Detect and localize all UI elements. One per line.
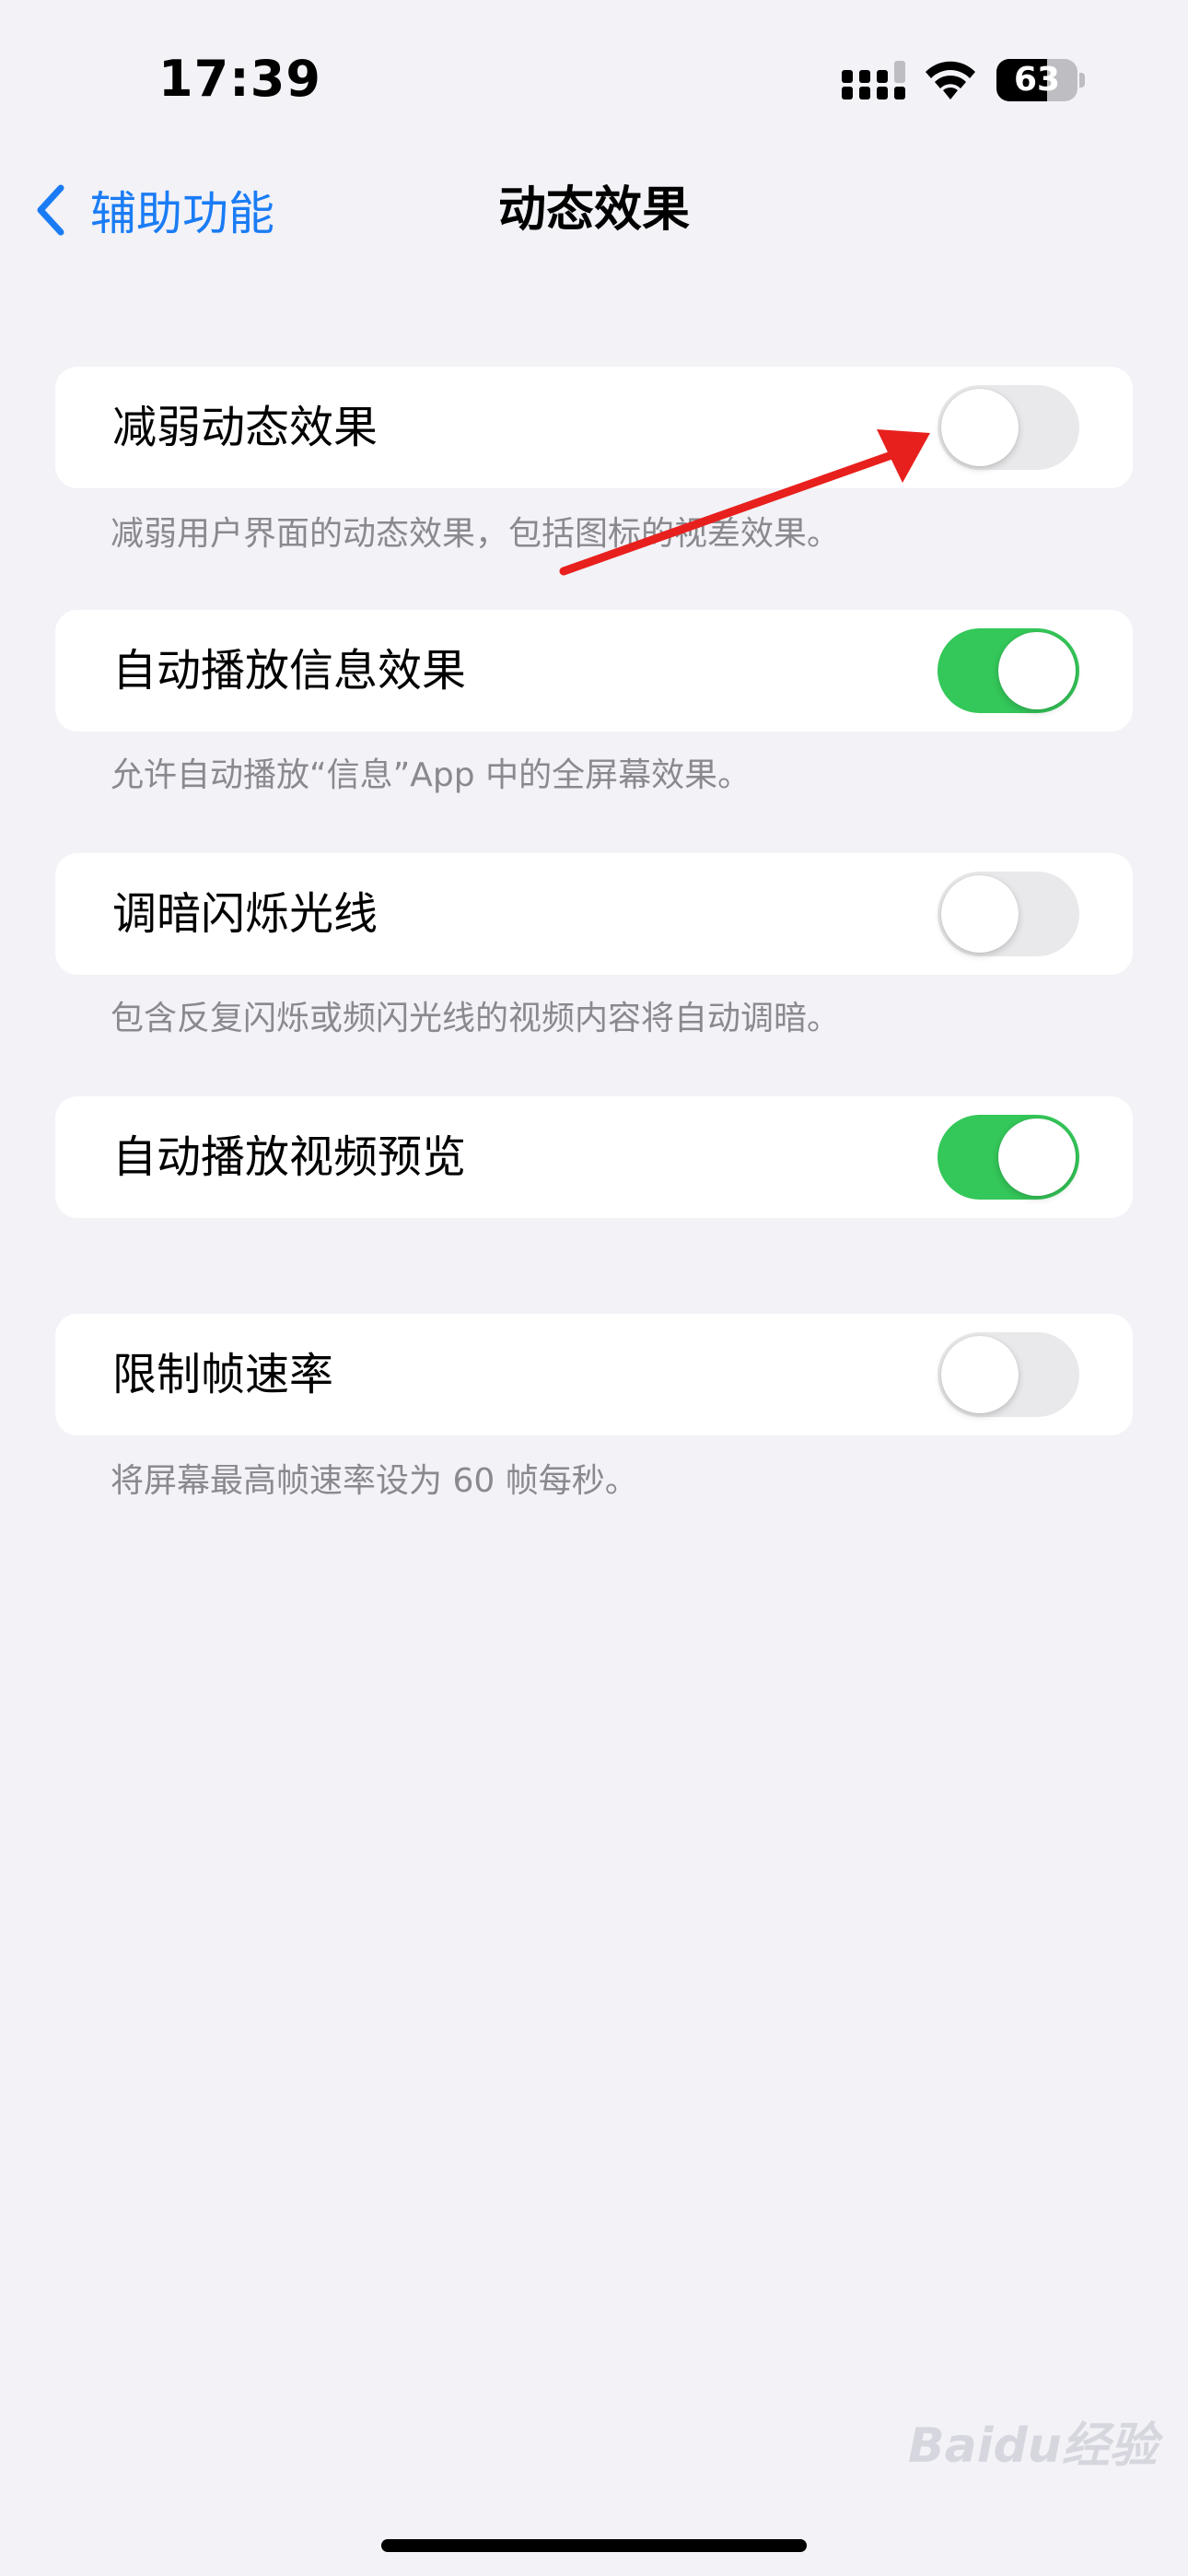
setting-footnote: 减弱用户界面的动态效果，包括图标的视差效果。 bbox=[111, 515, 841, 553]
cellular-signal-icon bbox=[842, 61, 905, 100]
auto-play-video-previews-toggle[interactable] bbox=[938, 1115, 1079, 1200]
status-time: 17:39 bbox=[158, 50, 321, 108]
toggle-knob bbox=[941, 1336, 1019, 1413]
setting-label: 限制帧速率 bbox=[112, 1349, 334, 1400]
toggle-knob bbox=[998, 632, 1076, 709]
setting-footnote: 将屏幕最高帧速率设为 60 帧每秒。 bbox=[111, 1462, 638, 1500]
page-title: 动态效果 bbox=[497, 182, 690, 238]
wifi-icon bbox=[926, 61, 975, 100]
toggle-knob bbox=[941, 875, 1019, 953]
home-indicator[interactable] bbox=[381, 2539, 807, 2552]
setting-label: 自动播放信息效果 bbox=[112, 645, 467, 697]
setting-row-reduce-motion: 减弱动态效果 bbox=[55, 367, 1133, 488]
dim-flashing-lights-toggle[interactable] bbox=[938, 872, 1079, 956]
setting-row-auto-play-video-previews: 自动播放视频预览 bbox=[55, 1096, 1133, 1218]
limit-frame-rate-toggle[interactable] bbox=[938, 1332, 1079, 1417]
setting-row-auto-play-message-effects: 自动播放信息效果 bbox=[55, 610, 1133, 732]
setting-footnote: 包含反复闪烁或频闪光线的视频内容将自动调暗。 bbox=[111, 1000, 841, 1037]
status-bar: 17:39 63 bbox=[0, 0, 1188, 157]
auto-play-message-effects-toggle[interactable] bbox=[938, 628, 1079, 713]
battery-percentage: 63 bbox=[1013, 61, 1061, 99]
setting-label: 调暗闪烁光线 bbox=[112, 888, 379, 940]
setting-label: 减弱动态效果 bbox=[112, 402, 379, 453]
setting-label: 自动播放视频预览 bbox=[112, 1131, 467, 1183]
watermark-logo: Baidu经验 bbox=[908, 2418, 1158, 2474]
setting-row-dim-flashing-lights: 调暗闪烁光线 bbox=[55, 853, 1133, 975]
reduce-motion-toggle[interactable] bbox=[938, 385, 1079, 470]
battery-icon: 63 bbox=[996, 59, 1085, 101]
setting-footnote: 允许自动播放“信息”App 中的全屏幕效果。 bbox=[111, 756, 751, 794]
toggle-knob bbox=[941, 389, 1019, 466]
toggle-knob bbox=[998, 1118, 1076, 1196]
setting-row-limit-frame-rate: 限制帧速率 bbox=[55, 1314, 1133, 1435]
